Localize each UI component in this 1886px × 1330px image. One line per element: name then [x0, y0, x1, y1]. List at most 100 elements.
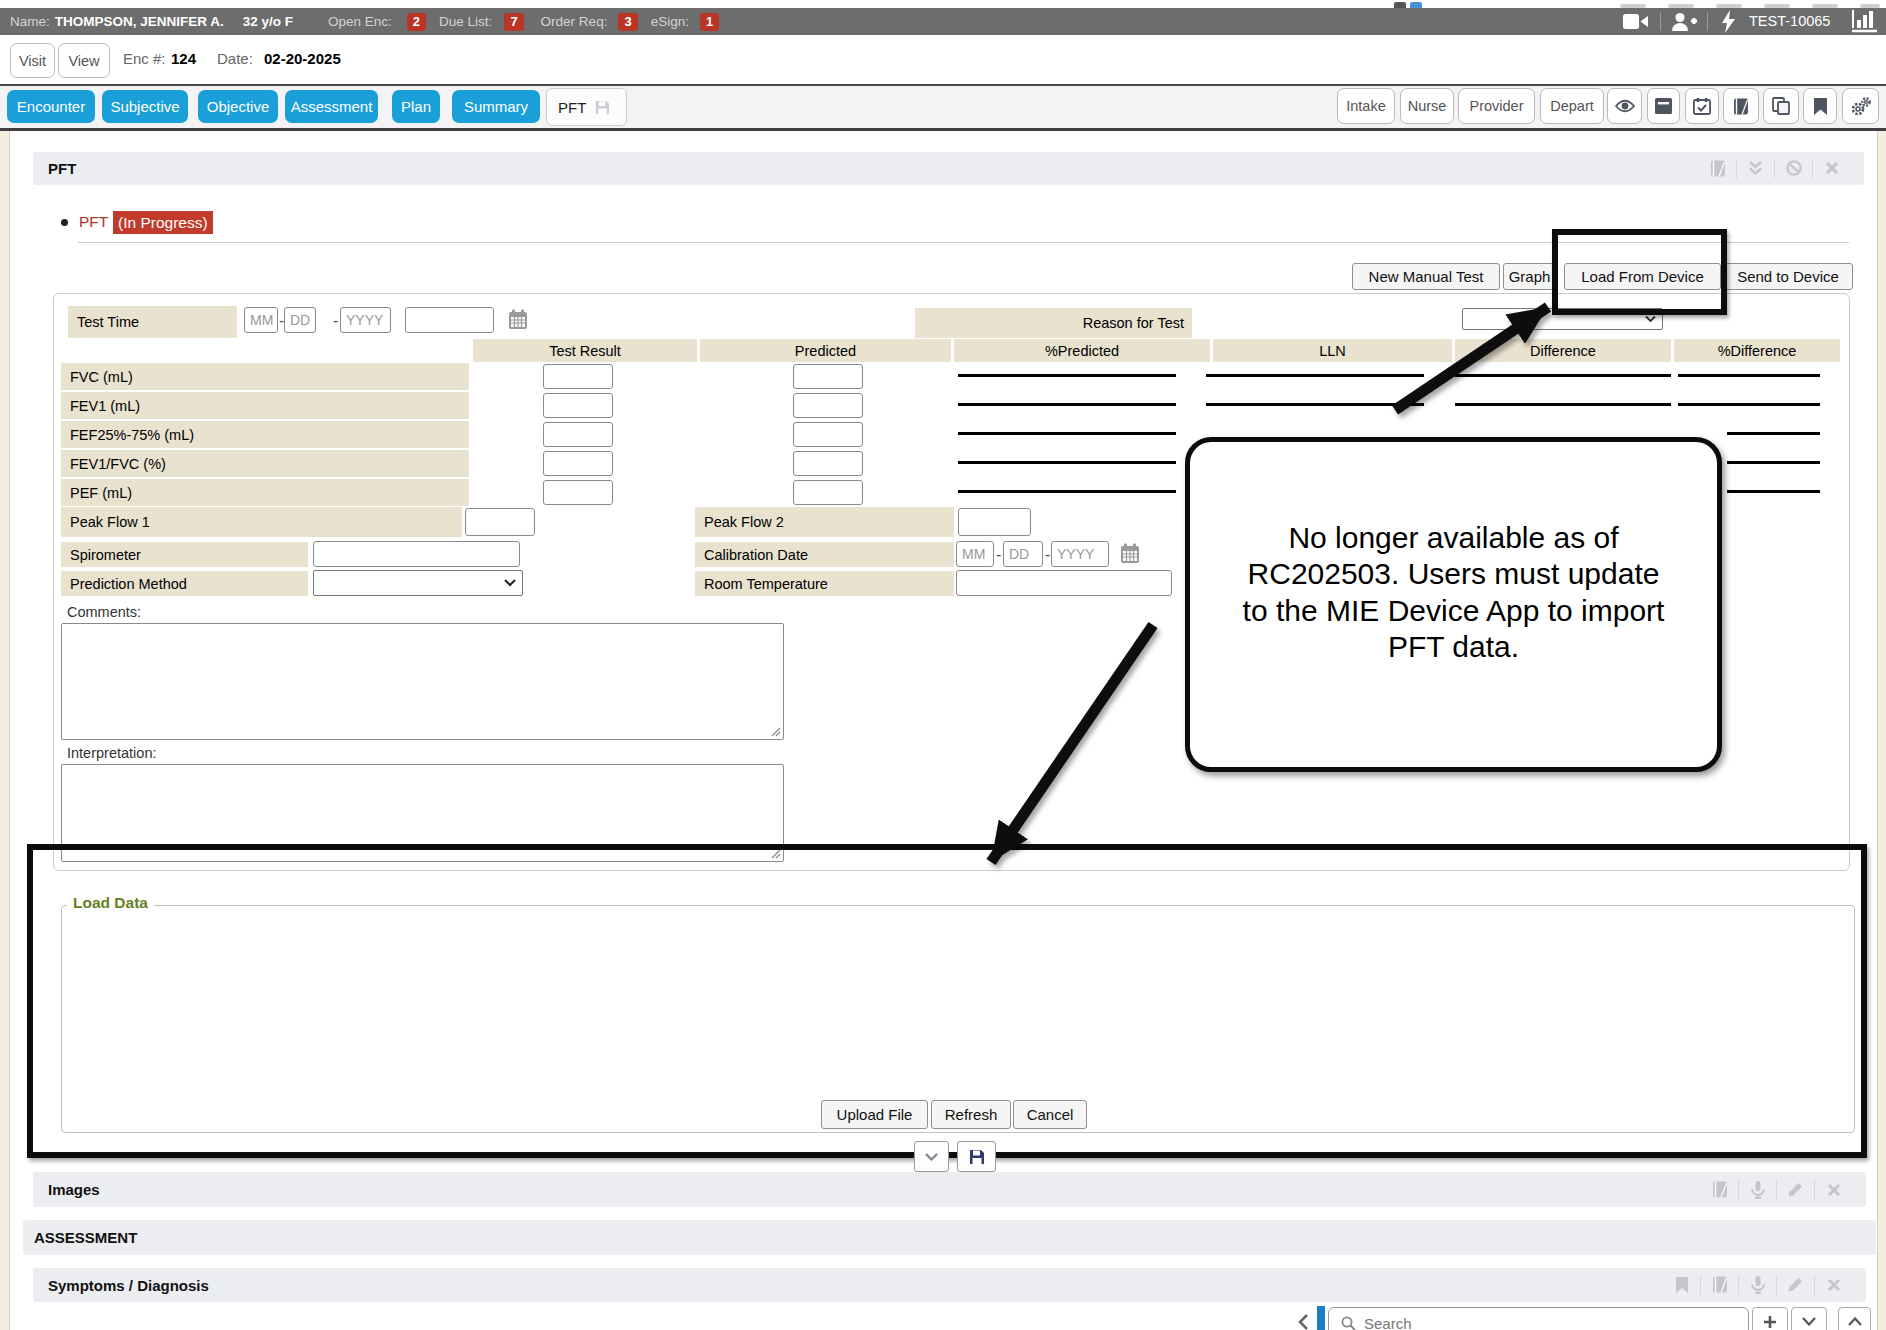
- reason-for-test-select[interactable]: [1462, 308, 1663, 330]
- depart-button[interactable]: Depart: [1540, 88, 1604, 124]
- load-from-device-button[interactable]: Load From Device: [1564, 263, 1721, 290]
- add-patient-icon[interactable]: [1671, 12, 1698, 31]
- close-button[interactable]: [1814, 1179, 1852, 1200]
- test-time-yyyy-input[interactable]: YYYY: [340, 307, 391, 333]
- collapse-down-button[interactable]: [1791, 1307, 1827, 1330]
- expand-button[interactable]: [914, 1141, 949, 1172]
- calendar-icon[interactable]: [508, 309, 528, 330]
- peak-flow-1-input[interactable]: [465, 508, 535, 536]
- schedule-button[interactable]: [1685, 88, 1719, 124]
- calibration-yyyy-input[interactable]: YYYY: [1051, 541, 1109, 567]
- enc-label: Enc #:: [123, 50, 166, 67]
- spirometer-input[interactable]: [313, 541, 520, 567]
- order-req-badge[interactable]: 3: [618, 13, 637, 31]
- dash: -: [996, 546, 1001, 564]
- collapse-up-button[interactable]: [1838, 1307, 1871, 1330]
- room-temperature-label: Room Temperature: [695, 571, 954, 596]
- view-button[interactable]: View: [58, 43, 110, 78]
- print-chart-button[interactable]: [1699, 159, 1736, 179]
- predicted-input[interactable]: [793, 451, 863, 476]
- comments-textarea[interactable]: [61, 623, 784, 740]
- visit-button[interactable]: Visit: [10, 43, 55, 78]
- close-button[interactable]: [1812, 159, 1850, 179]
- test-time-mm-input[interactable]: MM: [244, 307, 278, 333]
- test-time-time-input[interactable]: [405, 307, 494, 333]
- esign-badge[interactable]: 1: [700, 13, 719, 31]
- prediction-method-select[interactable]: [313, 570, 523, 596]
- row-label: FEV1 (mL): [61, 392, 469, 419]
- pct-predicted-line: [958, 461, 1176, 464]
- due-list-badge[interactable]: 7: [504, 13, 523, 31]
- video-call-icon[interactable]: [1623, 13, 1649, 30]
- bookmark-button[interactable]: [1663, 1275, 1700, 1295]
- tab-pft-active[interactable]: PFT: [546, 88, 627, 126]
- open-enc-badge[interactable]: 2: [407, 13, 426, 31]
- copy-button[interactable]: [1763, 88, 1799, 124]
- test-result-input[interactable]: [543, 393, 613, 418]
- preview-button[interactable]: [1607, 88, 1642, 124]
- search-box[interactable]: Search: [1328, 1307, 1749, 1330]
- edit-button[interactable]: [1776, 1275, 1814, 1295]
- dictate-button[interactable]: [1738, 1179, 1776, 1200]
- peak-flow-2-input[interactable]: [958, 508, 1031, 536]
- chart-icon[interactable]: [1852, 10, 1877, 33]
- archive-button[interactable]: [1647, 88, 1680, 124]
- lln-line: [1206, 374, 1424, 377]
- calendar-icon[interactable]: [1120, 543, 1140, 564]
- test-result-input[interactable]: [543, 480, 613, 505]
- room-temperature-input[interactable]: [956, 570, 1172, 596]
- cancel-button[interactable]: Cancel: [1013, 1100, 1087, 1129]
- tab-subjective[interactable]: Subjective: [102, 90, 188, 123]
- add-button[interactable]: [1752, 1307, 1788, 1330]
- test-result-input[interactable]: [543, 451, 613, 476]
- print-button[interactable]: [1700, 1275, 1738, 1295]
- predicted-input[interactable]: [793, 480, 863, 505]
- test-result-input[interactable]: [543, 364, 613, 389]
- predicted-input[interactable]: [793, 393, 863, 418]
- predicted-input[interactable]: [793, 364, 863, 389]
- save-note-button[interactable]: [957, 1141, 996, 1172]
- docs-button[interactable]: [1723, 88, 1759, 124]
- settings-button[interactable]: [1842, 88, 1879, 124]
- send-to-device-button[interactable]: Send to Device: [1723, 263, 1853, 290]
- dictate-button[interactable]: [1738, 1275, 1776, 1295]
- save-icon[interactable]: [595, 100, 610, 115]
- assessment-section-title: ASSESSMENT: [34, 1220, 137, 1255]
- close-button[interactable]: [1814, 1275, 1852, 1295]
- peak-flow-1-label: Peak Flow 1: [61, 507, 462, 537]
- resize-handle[interactable]: [771, 727, 781, 737]
- refresh-button[interactable]: Refresh: [931, 1100, 1011, 1129]
- interpretation-textarea[interactable]: [61, 764, 784, 862]
- tab-encounter[interactable]: Encounter: [7, 90, 95, 123]
- tab-summary[interactable]: Summary: [452, 90, 540, 123]
- calibration-mm-input[interactable]: MM: [956, 541, 994, 567]
- chevron-left-icon[interactable]: [1297, 1314, 1309, 1330]
- pft-item-link[interactable]: PFT: [79, 213, 108, 231]
- nurse-button[interactable]: Nurse: [1400, 88, 1454, 124]
- graph-button[interactable]: Graph: [1503, 263, 1556, 290]
- upload-file-button[interactable]: Upload File: [821, 1100, 928, 1129]
- note-line: to the MIE Device App to import: [1243, 593, 1665, 630]
- predicted-input[interactable]: [793, 422, 863, 447]
- edit-button[interactable]: [1776, 1179, 1814, 1200]
- lightning-icon[interactable]: [1722, 10, 1735, 33]
- new-manual-test-button[interactable]: New Manual Test: [1352, 263, 1500, 290]
- patient-name: THOMPSON, JENNIFER A.: [55, 14, 224, 29]
- collapse-button[interactable]: [1736, 159, 1774, 179]
- load-data-fieldset: [61, 905, 1855, 1133]
- tab-assessment[interactable]: Assessment: [285, 90, 378, 123]
- pct-difference-line: [1727, 490, 1820, 493]
- resize-handle[interactable]: [771, 849, 781, 859]
- pct-difference-line: [1678, 403, 1820, 406]
- calibration-dd-input[interactable]: DD: [1003, 541, 1043, 567]
- provider-button[interactable]: Provider: [1458, 88, 1535, 124]
- bookmark-button[interactable]: [1803, 88, 1837, 124]
- tab-objective[interactable]: Objective: [198, 90, 278, 123]
- pct-predicted-line: [958, 490, 1176, 493]
- intake-button[interactable]: Intake: [1337, 88, 1395, 124]
- tab-plan[interactable]: Plan: [392, 90, 440, 123]
- test-time-dd-input[interactable]: DD: [284, 307, 316, 333]
- disable-button[interactable]: [1774, 159, 1812, 179]
- test-result-input[interactable]: [543, 422, 613, 447]
- print-button[interactable]: [1701, 1179, 1738, 1200]
